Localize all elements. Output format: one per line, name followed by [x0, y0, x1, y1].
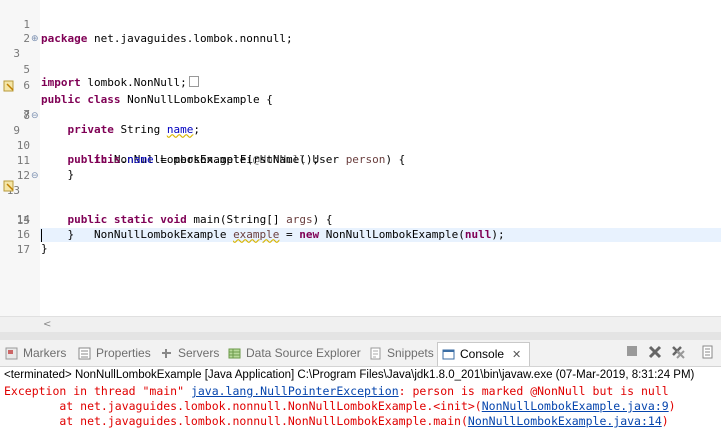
code-line: 13 ⊖ public static void main(String[] ar…	[0, 169, 721, 226]
error-text: at net.javaguides.lombok.nonnull.NonNull…	[4, 414, 468, 428]
tab-servers[interactable]: Servers	[160, 344, 219, 362]
source-link[interactable]: NonNullLombokExample.java:14	[468, 414, 662, 428]
tab-markers[interactable]: Markers	[5, 344, 66, 362]
tab-console[interactable]: Console ✕	[437, 342, 531, 366]
code-line: 1 package net.javaguides.lombok.nonnull;	[0, 3, 721, 46]
terminated-status: <terminated> NonNullLombokExample [Java …	[4, 369, 695, 381]
error-text: Exception in thread "main"	[4, 384, 191, 398]
source-link[interactable]: NonNullLombokExample.java:9	[482, 399, 669, 413]
tab-label: Console	[460, 347, 505, 361]
text-cursor	[41, 229, 42, 242]
error-text: )	[661, 414, 669, 428]
tab-label: Snippets	[387, 346, 434, 360]
console-icon	[442, 349, 455, 360]
code-line: 14 NonNullLombokExample example = new No…	[0, 180, 721, 241]
remove-all-terminated-icon[interactable]	[670, 345, 686, 361]
data-source-icon	[228, 348, 241, 358]
error-text: )	[668, 399, 676, 413]
code-text: }	[41, 242, 48, 255]
console-menu-icon[interactable]	[700, 345, 716, 361]
close-tab-icon[interactable]: ✕	[512, 343, 521, 366]
stack-trace-line: at net.javaguides.lombok.nonnull.NonNull…	[4, 399, 676, 414]
tab-snippets[interactable]: Snippets	[369, 344, 434, 362]
code-line: 9 ⊖ public NonNullLombokExample(@NonNull…	[0, 109, 721, 166]
code-line: 12	[0, 154, 721, 182]
code-line: 17	[0, 228, 721, 256]
tab-label: Properties	[96, 346, 151, 360]
properties-icon	[78, 347, 91, 359]
error-text: : person is marked @NonNull but is null	[398, 384, 669, 398]
terminate-icon[interactable]	[624, 345, 640, 361]
code-line: 8	[0, 94, 721, 122]
code-line: 15 }	[0, 199, 721, 242]
scroll-left-icon[interactable]: <	[43, 319, 51, 330]
warning-marker-icon[interactable]	[3, 180, 15, 192]
console-output[interactable]: <terminated> NonNullLombokExample [Java …	[0, 367, 721, 434]
bottom-panel-tabs: Markers Properties Servers Data Source E…	[0, 340, 721, 367]
code-line: 7 private String name;	[0, 79, 721, 136]
collapse-fold-icon[interactable]: ⊖	[31, 172, 39, 181]
snippets-icon	[370, 347, 381, 359]
code-line: 5	[0, 48, 721, 76]
exception-line: Exception in thread "main" java.lang.Nul…	[4, 384, 669, 399]
collapse-fold-icon[interactable]: ⊖	[31, 112, 39, 121]
tab-label: Servers	[178, 346, 220, 360]
code-line: 10 this.name = person.getFirstName();	[0, 124, 721, 167]
code-line: 3 ⊕ import lombok.NonNull;	[0, 32, 721, 89]
code-line: 6 public class NonNullLombokExample {	[0, 64, 721, 107]
tab-properties[interactable]: Properties	[78, 344, 151, 362]
code-line: 16 }	[0, 213, 721, 256]
tab-data-source-explorer[interactable]: Data Source Explorer	[228, 344, 361, 362]
tab-label: Data Source Explorer	[246, 346, 361, 360]
servers-icon	[162, 348, 171, 358]
markers-icon	[5, 347, 18, 359]
tab-label: Markers	[23, 346, 67, 360]
horizontal-scrollbar[interactable]: <	[0, 316, 721, 333]
exception-link[interactable]: java.lang.NullPointerException	[191, 384, 399, 398]
error-text: at net.javaguides.lombok.nonnull.NonNull…	[4, 399, 482, 413]
line-number: 17	[16, 242, 30, 256]
warning-marker-icon[interactable]	[3, 80, 15, 92]
code-line: 2	[0, 18, 721, 45]
remove-launch-icon[interactable]	[647, 345, 663, 361]
view-divider[interactable]	[0, 332, 721, 340]
stack-trace-line: at net.javaguides.lombok.nonnull.NonNull…	[4, 414, 669, 429]
expand-fold-icon[interactable]: ⊕	[31, 35, 39, 44]
code-editor[interactable]: 1 package net.javaguides.lombok.nonnull;…	[0, 0, 721, 333]
code-line: 11 }	[0, 139, 721, 182]
